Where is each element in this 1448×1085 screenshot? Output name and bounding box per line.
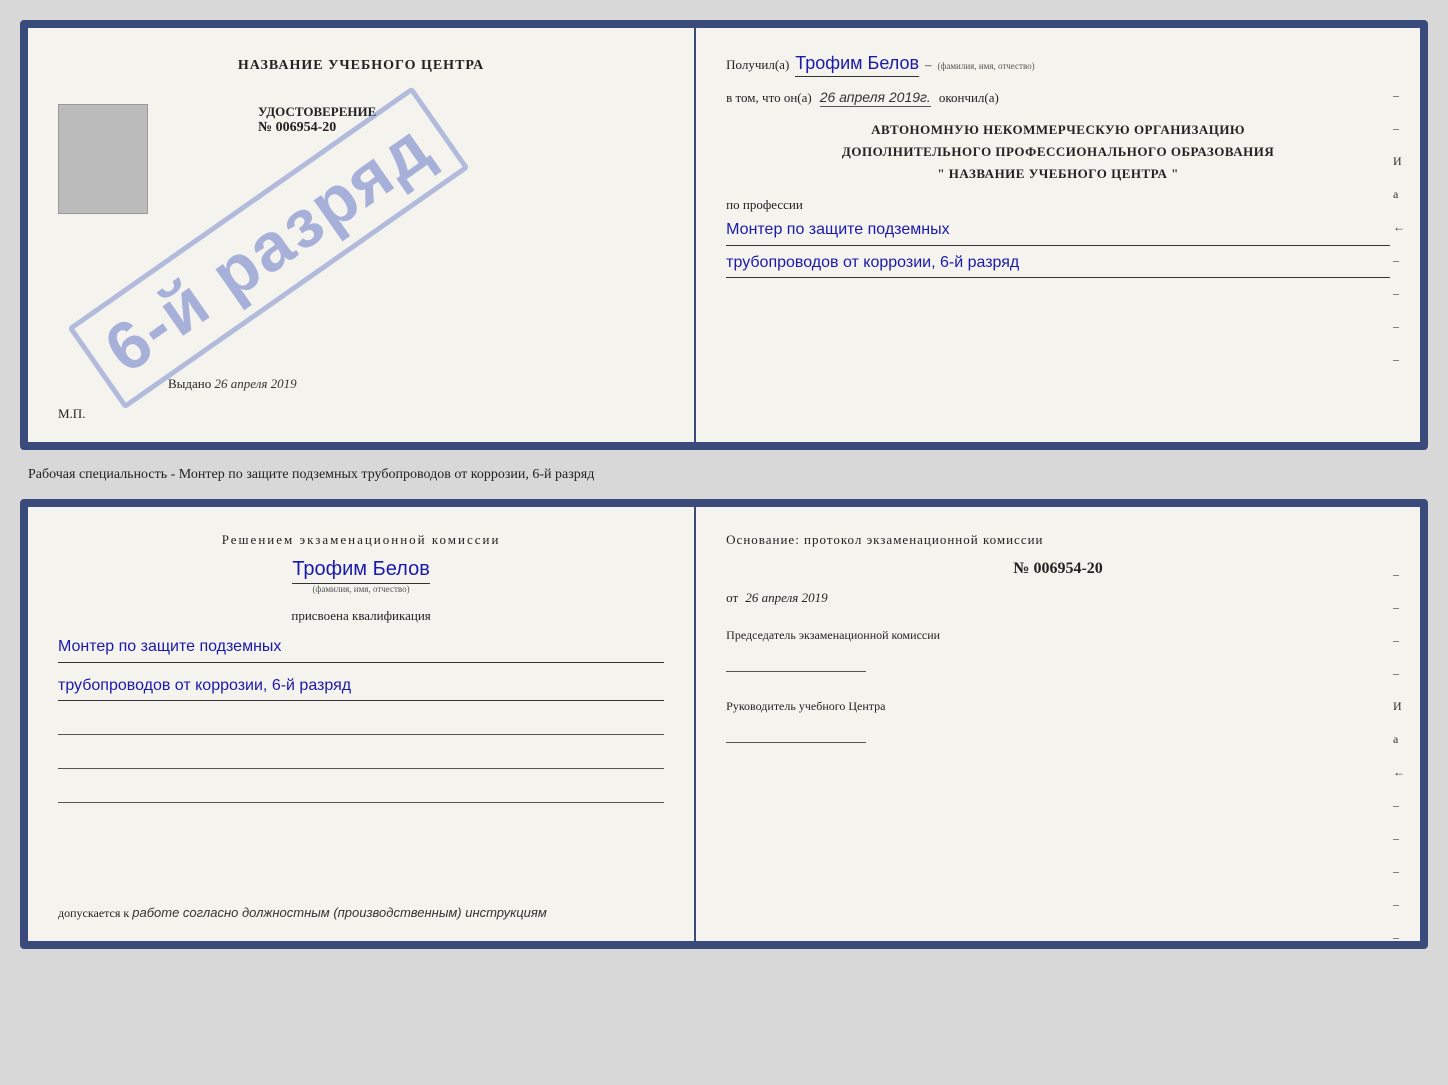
prof-block: по профессии Монтер по защите подземных …: [726, 197, 1390, 278]
bottom-prof-line1: Монтер по защите подземных: [58, 634, 664, 663]
po-professii-label: по профессии: [726, 197, 803, 212]
org-block: АВТОНОМНУЮ НЕКОММЕРЧЕСКУЮ ОРГАНИЗАЦИЮ ДО…: [726, 119, 1390, 185]
poluchil-line: Получил(а) Трофим Белов – (фамилия, имя,…: [726, 53, 1390, 77]
okonchil-label: окончил(а): [939, 90, 999, 106]
diploma-bottom-right: – – – – И а ← – – – – – Основание: прото…: [696, 507, 1420, 941]
ruk-label: Руководитель учебного Центра: [726, 697, 1390, 715]
completion-date: 26 апреля 2019г.: [820, 89, 931, 107]
diploma-top-right: – – И а ← – – – – Получил(а) Трофим Бело…: [696, 28, 1420, 442]
profession-line1: Монтер по защите подземных: [726, 217, 1390, 246]
dopuskaetsya-value: работе согласно должностным (производств…: [132, 905, 547, 920]
protocol-date: от 26 апреля 2019: [726, 590, 1390, 606]
vtom-label: в том, что он(а): [726, 90, 812, 106]
right-side-lines-bottom: – – – – И а ← – – – – –: [1393, 567, 1405, 945]
bottom-name-block: Трофим Белов (фамилия, имя, отчество): [58, 558, 664, 594]
assigned-text: присвоена квалификация: [58, 608, 664, 624]
vydano-label: Выдано: [168, 376, 211, 391]
vydano-date: 26 апреля 2019: [215, 376, 297, 391]
dopuskaetsya-block: допускается к работе согласно должностны…: [58, 905, 547, 921]
top-left-title: НАЗВАНИЕ УЧЕБНОГО ЦЕНТРА: [238, 58, 484, 74]
bottom-recipient-name: Трофим Белов: [292, 558, 430, 584]
ruk-signature-line: [726, 723, 866, 743]
bottom-name-hint: (фамилия, имя, отчество): [313, 584, 410, 594]
dopuskaetsya-label: допускается к: [58, 906, 129, 920]
middle-text: Рабочая специальность - Монтер по защите…: [20, 462, 1428, 487]
ot-label: от: [726, 590, 738, 605]
org-line2: ДОПОЛНИТЕЛЬНОГО ПРОФЕССИОНАЛЬНОГО ОБРАЗО…: [726, 141, 1390, 163]
org-line3: " НАЗВАНИЕ УЧЕБНОГО ЦЕНТРА ": [726, 163, 1390, 185]
udost-number: № 006954-20: [258, 120, 376, 136]
bottom-prof-line2: трубопроводов от коррозии, 6-й разряд: [58, 673, 664, 702]
decision-title: Решением экзаменационной комиссии: [58, 532, 664, 548]
chair-label: Председатель экзаменационной комиссии: [726, 626, 1390, 644]
page: НАЗВАНИЕ УЧЕБНОГО ЦЕНТРА УДОСТОВЕРЕНИЕ №…: [0, 0, 1448, 1085]
osnov-title: Основание: протокол экзаменационной коми…: [726, 532, 1390, 548]
vtom-line: в том, что он(а) 26 апреля 2019г. окончи…: [726, 89, 1390, 107]
diploma-bottom-left: Решением экзаменационной комиссии Трофим…: [28, 507, 696, 941]
dash1: –: [925, 57, 932, 73]
poluchil-label: Получил(а): [726, 57, 789, 73]
photo-placeholder: [58, 104, 148, 214]
name-hint: (фамилия, имя, отчество): [938, 61, 1035, 71]
udost-label: УДОСТОВЕРЕНИЕ: [258, 104, 376, 120]
vydano-line: Выдано 26 апреля 2019: [168, 376, 297, 392]
right-side-lines: – – И а ← – – – –: [1393, 88, 1405, 367]
diploma-bottom: Решением экзаменационной комиссии Трофим…: [20, 499, 1428, 949]
mp-label: М.П.: [58, 406, 85, 422]
ot-date: 26 апреля 2019: [745, 590, 827, 605]
protocol-number: № 006954-20: [726, 560, 1390, 578]
diploma-top: НАЗВАНИЕ УЧЕБНОГО ЦЕНТРА УДОСТОВЕРЕНИЕ №…: [20, 20, 1428, 450]
chair-block: Председатель экзаменационной комиссии: [726, 626, 1390, 677]
org-line1: АВТОНОМНУЮ НЕКОММЕРЧЕСКУЮ ОРГАНИЗАЦИЮ: [726, 119, 1390, 141]
chair-signature-line: [726, 652, 866, 672]
ruk-block: Руководитель учебного Центра: [726, 697, 1390, 748]
recipient-name: Трофим Белов: [795, 53, 919, 77]
diploma-top-left: НАЗВАНИЕ УЧЕБНОГО ЦЕНТРА УДОСТОВЕРЕНИЕ №…: [28, 28, 696, 442]
profession-line2: трубопроводов от коррозии, 6-й разряд: [726, 250, 1390, 279]
udost-block: УДОСТОВЕРЕНИЕ № 006954-20: [258, 104, 376, 136]
